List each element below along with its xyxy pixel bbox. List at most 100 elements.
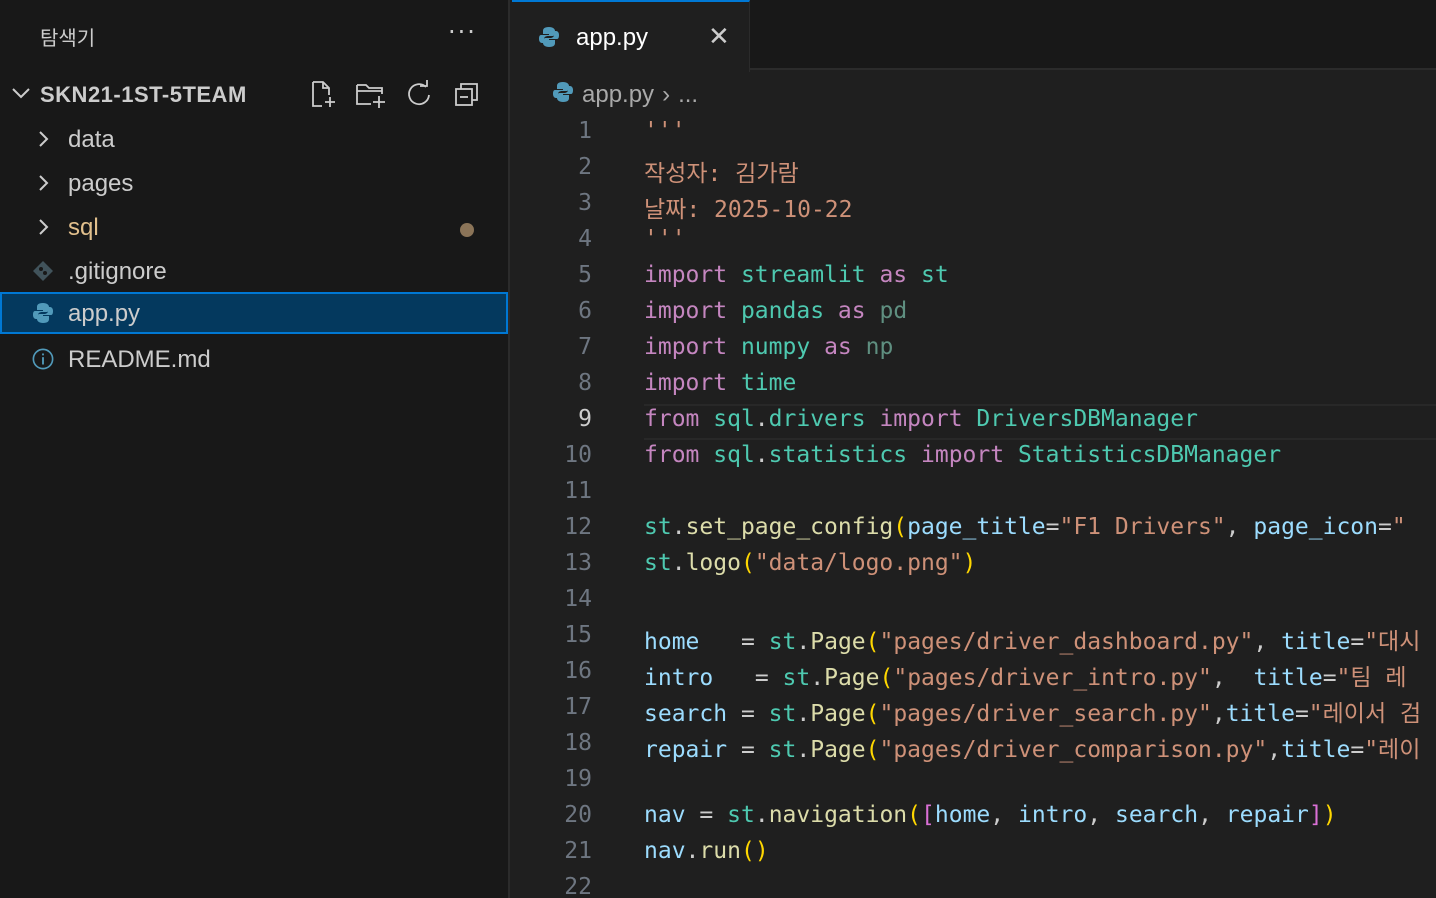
tree-item-sql[interactable]: sql (0, 206, 508, 248)
line-number: 5 (578, 262, 592, 288)
python-icon (538, 26, 560, 52)
code-line[interactable]: 14 (512, 584, 1436, 620)
code-line[interactable]: 6 import pandas as pd (512, 296, 1436, 332)
code-line[interactable]: 7 import numpy as np (512, 332, 1436, 368)
breadcrumb: app.py › ... (552, 80, 698, 110)
code-line[interactable]: 22 (512, 872, 1436, 898)
code-text: home = st.Page("pages/driver_dashboard.p… (644, 629, 1421, 655)
code-text: st.logo("data/logo.png") (644, 550, 977, 576)
code-line[interactable]: 1 ''' (512, 116, 1436, 152)
modified-indicator (460, 223, 474, 237)
project-root[interactable]: SKN21-1ST-5TEAM (0, 76, 508, 112)
tree-item-pages[interactable]: pages (0, 162, 508, 204)
refresh-icon[interactable] (402, 78, 436, 110)
code-line[interactable]: 9 from sql.drivers import DriversDBManage… (512, 404, 1436, 440)
line-number: 19 (564, 766, 592, 792)
line-number: 15 (564, 622, 592, 648)
code-line[interactable]: 18 repair = st.Page("pages/driver_compari… (512, 728, 1436, 764)
code-text: from sql.statistics import StatisticsDBM… (644, 442, 1282, 468)
line-number: 18 (564, 730, 592, 756)
code-text: search = st.Page("pages/driver_search.py… (644, 701, 1422, 727)
code-line[interactable]: 4 ''' (512, 224, 1436, 260)
tree-item-label: sql (68, 214, 99, 241)
line-number: 10 (564, 442, 592, 468)
explorer-title: 탐색기 (40, 26, 96, 50)
explorer-sidebar: 탐색기 ··· SKN21-1ST-5TEAM data pages sql .… (0, 0, 510, 898)
project-name: SKN21-1ST-5TEAM (40, 82, 247, 107)
line-number: 7 (578, 334, 592, 360)
line-number: 1 (578, 118, 592, 144)
code-line[interactable]: 17 search = st.Page("pages/driver_search.… (512, 692, 1436, 728)
code-line[interactable]: 13 st.logo("data/logo.png") (512, 548, 1436, 584)
line-number: 2 (578, 154, 592, 180)
python-icon (32, 302, 54, 324)
breadcrumb-separator: › (662, 81, 671, 108)
line-number: 3 (578, 190, 592, 216)
line-number: 6 (578, 298, 592, 324)
new-folder-icon[interactable] (354, 78, 388, 110)
close-icon[interactable]: ✕ (708, 22, 730, 52)
code-text: st.set_page_config(page_title="F1 Driver… (644, 514, 1406, 540)
code-text: import pandas as pd (644, 298, 908, 324)
line-number: 16 (564, 658, 592, 684)
line-number: 22 (564, 874, 592, 898)
code-line[interactable]: 20 nav = st.navigation([home, intro, sear… (512, 800, 1436, 836)
code-line[interactable]: 12 st.set_page_config(page_title="F1 Driv… (512, 512, 1436, 548)
code-text: import numpy as np (644, 334, 894, 360)
tree-item-app-py[interactable]: app.py (0, 292, 508, 334)
code-line[interactable]: 10 from sql.statistics import StatisticsD… (512, 440, 1436, 476)
code-text: nav.run() (644, 838, 769, 864)
code-text: ''' (644, 118, 686, 144)
code-text: 날짜: 2025-10-22 (644, 197, 853, 223)
tree-item-label: README.md (68, 346, 211, 373)
python-icon (552, 81, 574, 110)
tab-label: app.py (576, 24, 649, 51)
line-number: 9 (578, 406, 592, 432)
chevron-down-icon (10, 82, 32, 108)
code-line[interactable]: 19 (512, 764, 1436, 800)
line-number: 20 (564, 802, 592, 828)
code-line[interactable]: 11 (512, 476, 1436, 512)
chevron-right-icon (32, 172, 54, 194)
code-text: 작성자: 김가람 (644, 161, 799, 187)
code-text: intro = st.Page("pages/driver_intro.py",… (644, 665, 1407, 691)
code-line[interactable]: 21 nav.run() (512, 836, 1436, 872)
breadcrumb-symbols[interactable]: ... (678, 81, 698, 109)
chevron-right-icon (32, 216, 54, 238)
line-number: 11 (564, 478, 592, 504)
line-number: 21 (564, 838, 592, 864)
code-line[interactable]: 5 import streamlit as st (512, 260, 1436, 296)
line-number: 17 (564, 694, 592, 720)
tree-item-label: data (68, 126, 115, 153)
line-number: 8 (578, 370, 592, 396)
line-number: 13 (564, 550, 592, 576)
code-line[interactable]: 2 작성자: 김가람 (512, 152, 1436, 188)
tab-app-py[interactable]: app.py ✕ (512, 0, 750, 72)
tab-bar: app.py ✕ (512, 0, 1436, 72)
collapse-all-icon[interactable] (450, 78, 484, 110)
tree-item-label: pages (68, 170, 134, 197)
code-line[interactable]: 8 import time (512, 368, 1436, 404)
git-icon (32, 260, 54, 282)
code-text: nav = st.navigation([home, intro, search… (644, 802, 1337, 828)
breadcrumb-file[interactable]: app.py (582, 81, 654, 109)
code-text: ''' (644, 226, 686, 252)
more-actions-icon[interactable]: ··· (448, 18, 477, 46)
code-line[interactable]: 3 날짜: 2025-10-22 (512, 188, 1436, 224)
code-text: repair = st.Page("pages/driver_compariso… (644, 737, 1421, 763)
tree-item-data[interactable]: data (0, 118, 508, 160)
tree-item-gitignore[interactable]: .gitignore (0, 250, 508, 292)
tree-item-readme[interactable]: README.md (0, 338, 508, 380)
code-editor[interactable]: 1 ''' 2 작성자: 김가람 3 날짜: 2025-10-22 4 ''' 5 import … (512, 116, 1436, 898)
code-text: from sql.drivers import DriversDBManager (644, 406, 1198, 432)
tree-item-label: .gitignore (68, 258, 167, 285)
code-text: import time (644, 370, 797, 396)
code-line[interactable]: 16 intro = st.Page("pages/driver_intro.py… (512, 656, 1436, 692)
line-number: 4 (578, 226, 592, 252)
tree-item-label: app.py (68, 300, 141, 327)
new-file-icon[interactable] (306, 78, 340, 110)
code-line[interactable]: 15 home = st.Page("pages/driver_dashboard… (512, 620, 1436, 656)
code-text: import streamlit as st (644, 262, 949, 288)
line-number: 14 (564, 586, 592, 612)
info-icon (32, 348, 54, 370)
